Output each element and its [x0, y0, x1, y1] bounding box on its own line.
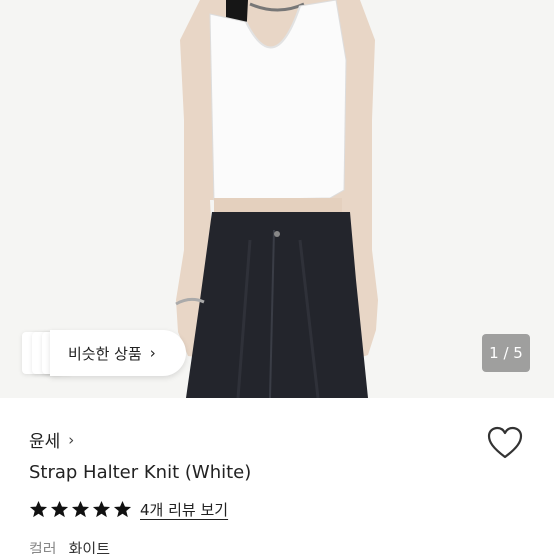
brand-link[interactable]: 윤세 ›: [29, 427, 75, 453]
color-option-row: 컬러 화이트: [29, 538, 110, 554]
star-filled-icon: [29, 500, 48, 518]
color-label: 컬러: [29, 540, 57, 554]
chevron-right-icon: ›: [68, 430, 75, 449]
similar-products-button[interactable]: 비슷한 상품 ›: [50, 330, 186, 376]
star-filled-icon: [71, 500, 90, 518]
chevron-right-icon: ›: [149, 344, 156, 362]
star-filled-icon: [92, 500, 111, 518]
heart-outline-icon: [487, 426, 523, 459]
wishlist-button[interactable]: [487, 426, 523, 460]
color-value: 화이트: [68, 540, 111, 554]
image-counter: 1 / 5: [482, 334, 530, 372]
star-filled-icon: [113, 500, 132, 518]
similar-products-label: 비슷한 상품: [68, 344, 142, 363]
rating-row: 4개 리뷰 보기: [29, 499, 228, 520]
brand-name: 윤세: [29, 432, 61, 452]
star-filled-icon: [50, 500, 69, 518]
product-title: Strap Halter Knit (White): [29, 462, 252, 483]
product-image-gallery[interactable]: 비슷한 상품 › 1 / 5: [0, 0, 554, 398]
reviews-link[interactable]: 4개 리뷰 보기: [140, 499, 228, 520]
star-rating: [29, 500, 132, 519]
